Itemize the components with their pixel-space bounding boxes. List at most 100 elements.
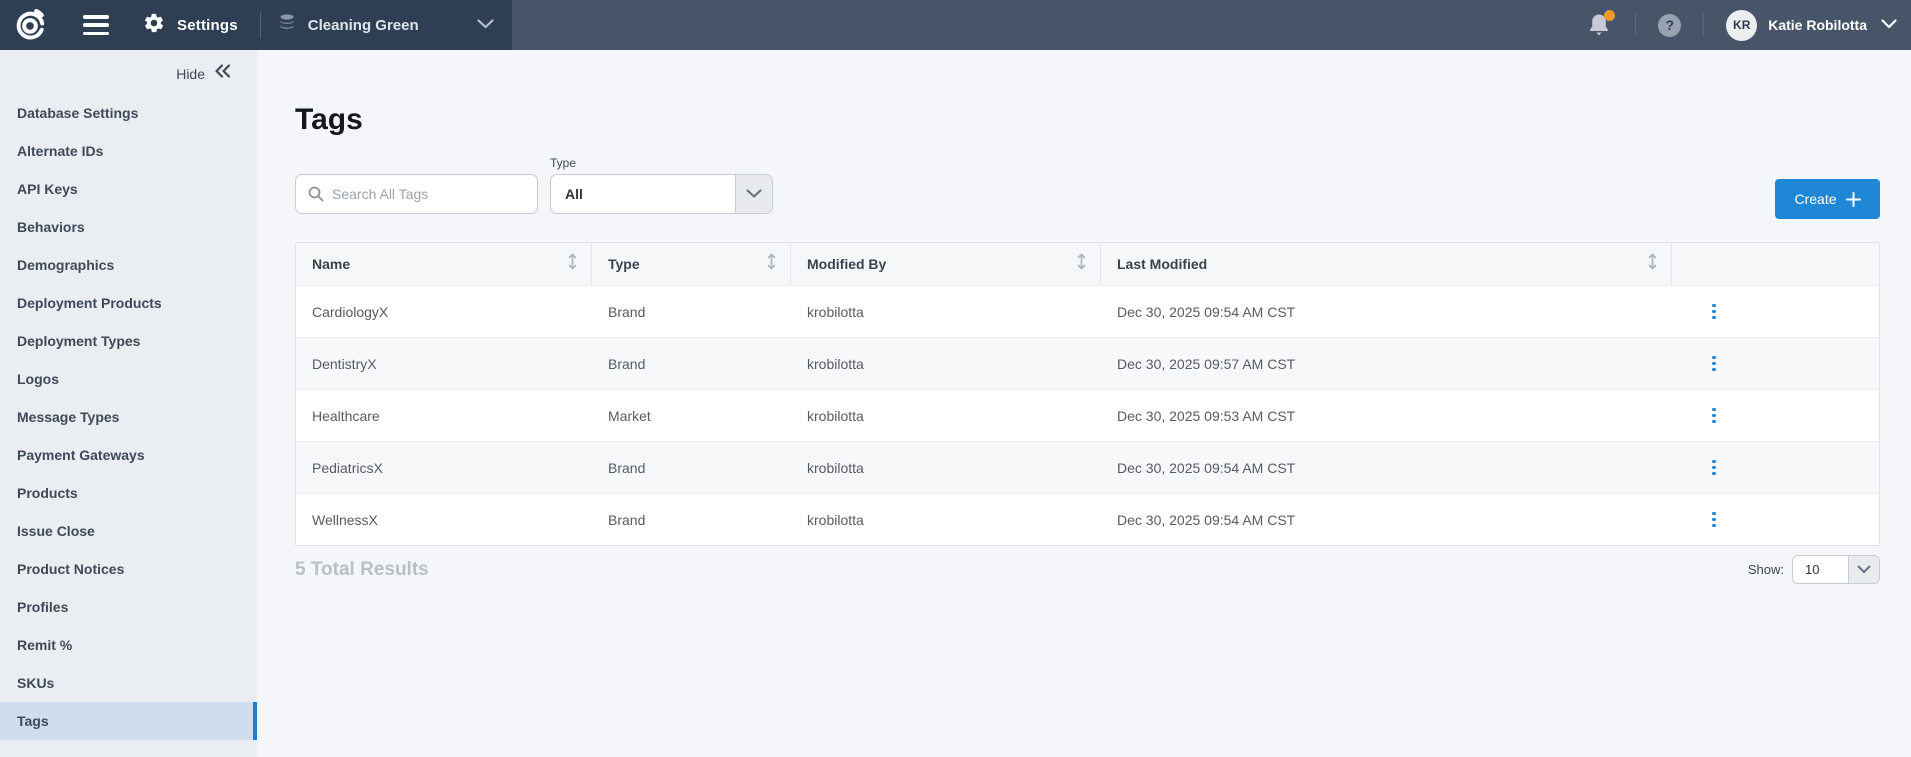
sidebar-item-skus[interactable]: SKUs <box>0 664 257 702</box>
table-row[interactable]: DentistryX Brand krobilotta Dec 30, 2025… <box>296 337 1879 389</box>
plus-icon <box>1846 192 1861 207</box>
sidebar-item-product-notices[interactable]: Product Notices <box>0 550 257 588</box>
column-header-type[interactable]: Type <box>592 243 791 285</box>
hide-label: Hide <box>176 66 205 82</box>
user-name: Katie Robilotta <box>1768 17 1867 33</box>
gear-icon <box>143 12 165 39</box>
row-menu-kebab-icon[interactable] <box>1708 508 1720 532</box>
cell-last-modified: Dec 30, 2025 09:54 AM CST <box>1101 442 1672 493</box>
sidebar-nav: Database Settings Alternate IDs API Keys… <box>0 94 257 740</box>
column-header-name[interactable]: Name <box>296 243 592 285</box>
menu-icon[interactable] <box>83 15 109 35</box>
column-header-actions <box>1672 243 1879 285</box>
total-results: 5 Total Results <box>295 559 429 581</box>
sidebar-item-issue-close[interactable]: Issue Close <box>0 512 257 550</box>
cell-name: WellnessX <box>296 494 592 545</box>
sidebar-item-tags[interactable]: Tags <box>0 702 257 740</box>
table-body: CardiologyX Brand krobilotta Dec 30, 202… <box>296 285 1879 545</box>
cell-modified-by: krobilotta <box>791 494 1101 545</box>
sort-icon[interactable] <box>1648 253 1657 275</box>
cell-modified-by: krobilotta <box>791 442 1101 493</box>
sort-icon[interactable] <box>568 253 577 275</box>
search-input[interactable] <box>324 175 537 213</box>
page-size-value: 10 <box>1793 556 1848 583</box>
cell-name: PediatricsX <box>296 442 592 493</box>
cell-type: Brand <box>592 286 791 337</box>
topbar-separator <box>1703 13 1704 37</box>
type-filter-label: Type <box>550 156 773 170</box>
settings-nav[interactable]: Settings <box>143 12 238 39</box>
table-row[interactable]: PediatricsX Brand krobilotta Dec 30, 202… <box>296 441 1879 493</box>
sidebar-item-message-types[interactable]: Message Types <box>0 398 257 436</box>
cell-type: Brand <box>592 494 791 545</box>
search-icon <box>308 186 324 202</box>
sidebar-item-remit-[interactable]: Remit % <box>0 626 257 664</box>
avatar-initials: KR <box>1733 18 1750 32</box>
sidebar-item-behaviors[interactable]: Behaviors <box>0 208 257 246</box>
table-header-row: Name Type Modified By Last Modified <box>296 243 1879 285</box>
main-content: Tags Type All Create <box>257 50 1911 757</box>
cell-name: DentistryX <box>296 338 592 389</box>
sort-icon[interactable] <box>1077 253 1086 275</box>
cell-name: Healthcare <box>296 390 592 441</box>
row-menu-kebab-icon[interactable] <box>1708 456 1720 480</box>
sidebar-item-alternate-ids[interactable]: Alternate IDs <box>0 132 257 170</box>
sidebar-item-demographics[interactable]: Demographics <box>0 246 257 284</box>
column-header-last-modified[interactable]: Last Modified <box>1101 243 1672 285</box>
sidebar-item-database-settings[interactable]: Database Settings <box>0 94 257 132</box>
sidebar-item-api-keys[interactable]: API Keys <box>0 170 257 208</box>
app-logo-icon[interactable] <box>13 8 47 42</box>
chevron-down-icon <box>477 16 494 34</box>
cell-actions <box>1672 286 1879 337</box>
page-size-select[interactable]: 10 <box>1792 555 1880 584</box>
chevron-down-icon <box>735 175 772 213</box>
row-menu-kebab-icon[interactable] <box>1708 300 1720 324</box>
sidebar-item-deployment-types[interactable]: Deployment Types <box>0 322 257 360</box>
settings-label: Settings <box>177 17 238 34</box>
column-header-modified-by[interactable]: Modified By <box>791 243 1101 285</box>
cell-modified-by: krobilotta <box>791 338 1101 389</box>
cell-actions <box>1672 494 1879 545</box>
type-filter-value: All <box>551 175 735 213</box>
help-button[interactable]: ? <box>1658 14 1681 37</box>
row-menu-kebab-icon[interactable] <box>1708 352 1720 376</box>
table-row[interactable]: Healthcare Market krobilotta Dec 30, 202… <box>296 389 1879 441</box>
sidebar-item-logos[interactable]: Logos <box>0 360 257 398</box>
cell-actions <box>1672 390 1879 441</box>
collapse-chevrons-icon <box>214 64 231 83</box>
sidebar-item-products[interactable]: Products <box>0 474 257 512</box>
create-button[interactable]: Create <box>1775 179 1880 219</box>
sidebar-item-profiles[interactable]: Profiles <box>0 588 257 626</box>
hide-sidebar-button[interactable]: Hide <box>0 50 257 83</box>
cell-modified-by: krobilotta <box>791 390 1101 441</box>
top-bar: Settings Cleaning Green <box>0 0 1911 50</box>
cell-modified-by: krobilotta <box>791 286 1101 337</box>
table-row[interactable]: CardiologyX Brand krobilotta Dec 30, 202… <box>296 285 1879 337</box>
sidebar-item-payment-gateways[interactable]: Payment Gateways <box>0 436 257 474</box>
cell-type: Brand <box>592 338 791 389</box>
cell-last-modified: Dec 30, 2025 09:53 AM CST <box>1101 390 1672 441</box>
table-footer: 5 Total Results Show: 10 <box>295 555 1880 584</box>
cell-name: CardiologyX <box>296 286 592 337</box>
workspace-name: Cleaning Green <box>308 17 419 34</box>
controls-row: Type All Create <box>295 156 1880 214</box>
row-menu-kebab-icon[interactable] <box>1708 404 1720 428</box>
notifications-button[interactable] <box>1587 12 1613 38</box>
database-icon <box>279 14 295 37</box>
cell-actions <box>1672 442 1879 493</box>
table-row[interactable]: WellnessX Brand krobilotta Dec 30, 2025 … <box>296 493 1879 545</box>
type-filter-select[interactable]: All <box>550 174 773 214</box>
workspace-selector[interactable]: Cleaning Green <box>261 0 512 50</box>
question-mark-icon: ? <box>1665 17 1674 33</box>
chevron-down-icon <box>1848 556 1879 583</box>
settings-sidebar: Hide Database Settings Alternate IDs API… <box>0 50 257 757</box>
top-bar-right: ? KR Katie Robilotta <box>1587 0 1911 50</box>
user-menu-chevron-icon[interactable] <box>1881 16 1897 34</box>
sort-icon[interactable] <box>767 253 776 275</box>
cell-last-modified: Dec 30, 2025 09:54 AM CST <box>1101 286 1672 337</box>
sidebar-item-deployment-products[interactable]: Deployment Products <box>0 284 257 322</box>
avatar[interactable]: KR <box>1726 10 1757 41</box>
top-bar-left: Settings Cleaning Green <box>0 0 512 50</box>
cell-last-modified: Dec 30, 2025 09:54 AM CST <box>1101 494 1672 545</box>
type-filter-group: Type All <box>550 156 773 214</box>
